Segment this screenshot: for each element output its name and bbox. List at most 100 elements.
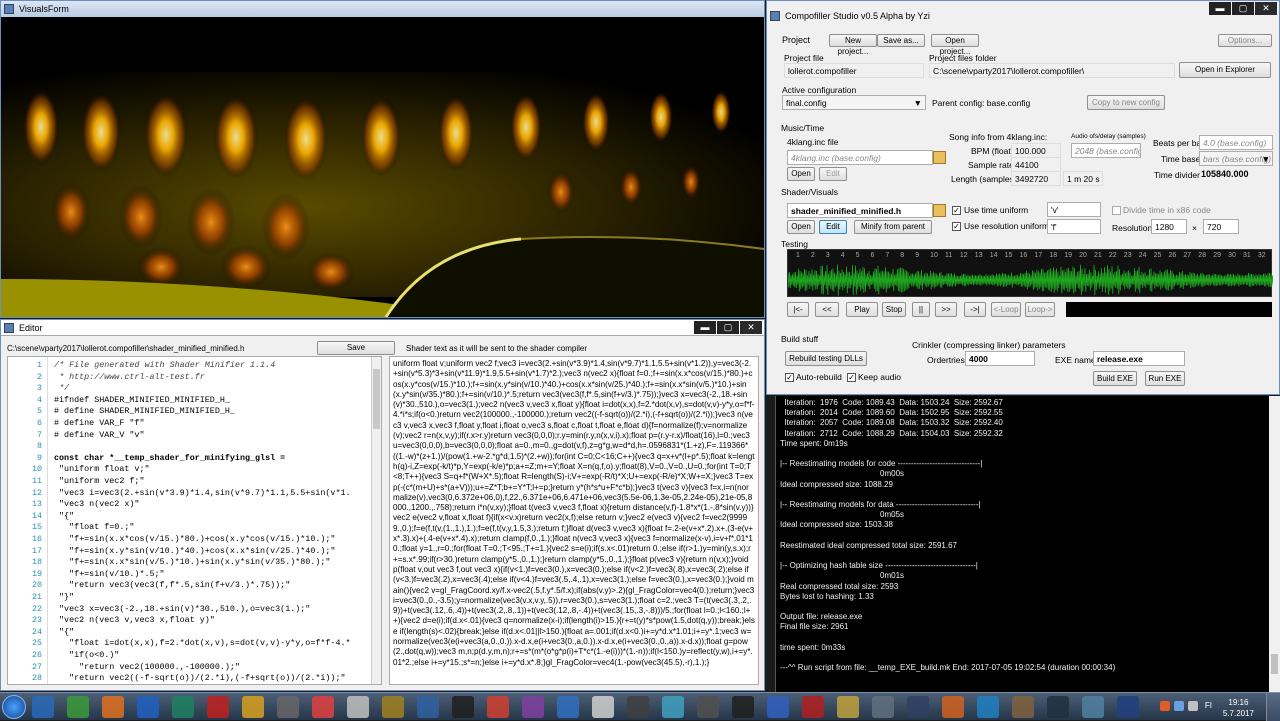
transport-button[interactable]: <-Loop	[991, 302, 1021, 317]
transport-button[interactable]: Loop->	[1025, 302, 1055, 317]
taskbar-app-icon[interactable]	[942, 696, 964, 718]
editor-title-bar[interactable]: Editor ▬ ▢ ✕	[1, 320, 764, 336]
chevron-down-icon: ▼	[913, 98, 922, 108]
use-resolution-checkbox[interactable]: ✓	[952, 222, 961, 231]
transport-button[interactable]: Play	[846, 302, 878, 317]
taskbar-app-icon[interactable]	[32, 696, 54, 718]
open-explorer-button[interactable]: Open in Explorer	[1179, 62, 1271, 78]
build-exe-button[interactable]: Build EXE	[1093, 371, 1137, 386]
transport-button[interactable]: ->|	[964, 302, 986, 317]
run-exe-button[interactable]: Run EXE	[1145, 371, 1185, 386]
close-button[interactable]: ✕	[1255, 2, 1277, 15]
taskbar-app-icon[interactable]	[137, 696, 159, 718]
taskbar-app-icon[interactable]	[1082, 696, 1104, 718]
tray-icon[interactable]	[1174, 701, 1184, 711]
maximize-button[interactable]: ▢	[1232, 2, 1254, 15]
shader-edit-button[interactable]: Edit	[819, 220, 847, 234]
rebuild-dlls-button[interactable]: Rebuild testing DLLs	[785, 351, 867, 366]
code-scrollbar[interactable]	[371, 357, 381, 684]
resolution-width-field[interactable]: 1280	[1151, 219, 1187, 234]
taskbar-app-icon[interactable]	[1117, 696, 1139, 718]
taskbar-app-icon[interactable]	[1047, 696, 1069, 718]
taskbar-app-icon[interactable]	[207, 696, 229, 718]
use-time-checkbox[interactable]: ✓	[952, 206, 961, 215]
klang-open-button[interactable]: Open	[787, 167, 815, 181]
transport-button[interactable]: >>	[935, 302, 957, 317]
taskbar-app-icon[interactable]	[277, 696, 299, 718]
taskbar-app-icon[interactable]	[837, 696, 859, 718]
options-button[interactable]: Options...	[1218, 34, 1272, 47]
transport-button[interactable]: |<-	[787, 302, 809, 317]
shader-file-field[interactable]: shader_minified_minified.h	[787, 203, 933, 218]
minimize-button[interactable]: ▬	[694, 321, 716, 334]
klang-edit-button[interactable]: Edit	[819, 167, 847, 181]
active-config-select[interactable]: final.config ▼	[782, 95, 926, 110]
visuals-window[interactable]: VisualsForm	[0, 0, 765, 318]
shader-open-button[interactable]: Open	[787, 220, 815, 234]
folder-icon[interactable]	[933, 151, 946, 164]
transport-button[interactable]: <<	[815, 302, 839, 317]
taskbar-app-icon[interactable]	[487, 696, 509, 718]
visuals-title-bar[interactable]: VisualsForm	[1, 1, 764, 17]
taskbar-app-icon[interactable]	[732, 696, 754, 718]
taskbar-app-icon[interactable]	[242, 696, 264, 718]
studio-title-bar[interactable]: Compofiller Studio v0.5 Alpha by Yzi ▬ ▢…	[767, 2, 1279, 24]
klang-file-field[interactable]: 4klang.inc (base.config)	[787, 150, 933, 165]
new-project-button[interactable]: New project...	[829, 34, 877, 56]
taskbar-app-icon[interactable]	[872, 696, 894, 718]
taskbar-app-icon[interactable]	[592, 696, 614, 718]
studio-window[interactable]: Compofiller Studio v0.5 Alpha by Yzi ▬ ▢…	[766, 0, 1280, 395]
console-scrollbar[interactable]	[1269, 396, 1280, 692]
save-as-button[interactable]: Save as...	[877, 34, 925, 47]
start-button[interactable]	[2, 695, 26, 719]
audio-delay-field[interactable]: 2048 (base.config)	[1071, 143, 1141, 158]
editor-window[interactable]: Editor ▬ ▢ ✕ C:\scene\vparty2017\lollero…	[0, 319, 765, 691]
show-desktop-button[interactable]	[1266, 693, 1280, 721]
taskbar-app-icon[interactable]	[767, 696, 789, 718]
time-uniform-field[interactable]: 'v'	[1047, 202, 1101, 217]
taskbar-app-icon[interactable]	[382, 696, 404, 718]
taskbar-app-icon[interactable]	[522, 696, 544, 718]
auto-rebuild-checkbox[interactable]: ✓	[785, 373, 794, 382]
taskbar-app-icon[interactable]	[452, 696, 474, 718]
folder-icon[interactable]	[933, 204, 946, 217]
taskbar-app-icon[interactable]	[67, 696, 89, 718]
taskbar-app-icon[interactable]	[627, 696, 649, 718]
taskbar-app-icon[interactable]	[417, 696, 439, 718]
clock[interactable]: 19:16 5.7.2017	[1223, 697, 1254, 719]
taskbar-app-icon[interactable]	[347, 696, 369, 718]
open-project-button[interactable]: Open project...	[931, 34, 979, 56]
transport-button[interactable]: Stop	[882, 302, 906, 317]
beats-per-bar-field[interactable]: 4.0 (base.config)	[1199, 135, 1273, 150]
audio-waveform[interactable]: 1 2 3 4 5 6 7 8 9 10 11 12 13 14 15 16 17 18 19 20 21 22 23 24 2…	[787, 249, 1273, 297]
taskbar-app-icon[interactable]	[697, 696, 719, 718]
ordertries-field[interactable]: 4000	[965, 351, 1035, 366]
exe-name-field[interactable]: release.exe	[1093, 351, 1185, 366]
code-editor[interactable]: 1 /* File generated with Shader Minifier …	[7, 356, 382, 685]
network-icon[interactable]	[1188, 701, 1198, 711]
taskbar-app-icon[interactable]	[102, 696, 124, 718]
maximize-button[interactable]: ▢	[717, 321, 739, 334]
language-indicator[interactable]: FI	[1205, 701, 1212, 710]
taskbar-app-icon[interactable]	[802, 696, 824, 718]
tray-icon[interactable]	[1160, 701, 1170, 711]
resolution-uniform-field[interactable]: 'f'	[1047, 219, 1101, 234]
minify-button[interactable]: Minify from parent	[854, 220, 932, 234]
keep-audio-checkbox[interactable]: ✓	[847, 373, 856, 382]
taskbar-app-icon[interactable]	[977, 696, 999, 718]
taskbar-app-icon[interactable]	[662, 696, 684, 718]
close-button[interactable]: ✕	[740, 321, 762, 334]
taskbar-app-icon[interactable]	[557, 696, 579, 718]
minimize-button[interactable]: ▬	[1209, 2, 1231, 15]
taskbar-app-icon[interactable]	[1012, 696, 1034, 718]
resolution-height-field[interactable]: 720	[1203, 219, 1239, 234]
copy-config-button[interactable]: Copy to new config	[1087, 95, 1165, 110]
save-button[interactable]: Save	[317, 341, 395, 355]
taskbar-app-icon[interactable]	[172, 696, 194, 718]
build-console[interactable]: Iteration: 1976 Code: 1089.43 Data: 1503…	[775, 396, 1280, 692]
transport-button[interactable]: ||	[912, 302, 930, 317]
taskbar-app-icon[interactable]	[312, 696, 334, 718]
taskbar-app-icon[interactable]	[907, 696, 929, 718]
divide-time-checkbox[interactable]	[1112, 206, 1121, 215]
time-base-select[interactable]: bars (base.config) ▼	[1199, 151, 1273, 166]
